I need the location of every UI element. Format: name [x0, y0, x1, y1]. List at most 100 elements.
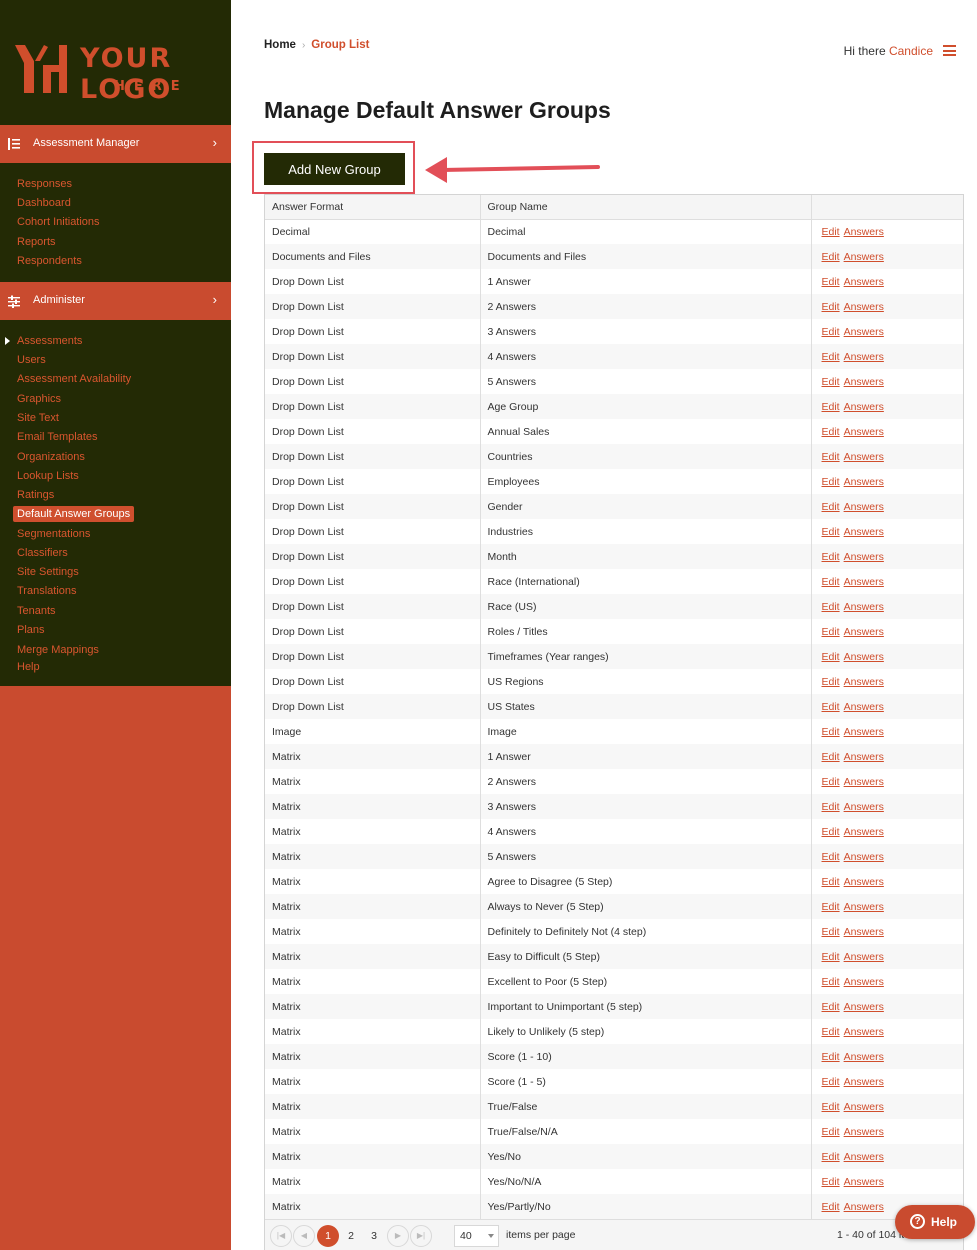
sidebar-section-assessment-manager[interactable]: Assessment Manager › — [0, 125, 231, 163]
edit-link[interactable]: Edit — [822, 1076, 840, 1088]
edit-link[interactable]: Edit — [822, 1126, 840, 1138]
help-button[interactable]: ? Help — [895, 1205, 975, 1239]
edit-link[interactable]: Edit — [822, 851, 840, 863]
page-2-button[interactable]: 2 — [340, 1225, 362, 1247]
answers-link[interactable]: Answers — [844, 676, 884, 688]
edit-link[interactable]: Edit — [822, 301, 840, 313]
edit-link[interactable]: Edit — [822, 701, 840, 713]
answers-link[interactable]: Answers — [844, 601, 884, 613]
edit-link[interactable]: Edit — [822, 426, 840, 438]
answers-link[interactable]: Answers — [844, 551, 884, 563]
edit-link[interactable]: Edit — [822, 451, 840, 463]
sidebar-item-help[interactable]: Help — [17, 660, 40, 674]
sidebar-item-users[interactable]: Users — [17, 353, 46, 367]
edit-link[interactable]: Edit — [822, 526, 840, 538]
edit-link[interactable]: Edit — [822, 276, 840, 288]
edit-link[interactable]: Edit — [822, 801, 840, 813]
items-per-page-select[interactable]: 40 — [454, 1225, 499, 1247]
edit-link[interactable]: Edit — [822, 501, 840, 513]
sidebar-item-email-templates[interactable]: Email Templates — [17, 430, 98, 444]
edit-link[interactable]: Edit — [822, 626, 840, 638]
answers-link[interactable]: Answers — [844, 976, 884, 988]
answers-link[interactable]: Answers — [844, 526, 884, 538]
sidebar-item-default-answer-groups[interactable]: Default Answer Groups — [13, 506, 135, 522]
answers-link[interactable]: Answers — [844, 1201, 884, 1213]
answers-link[interactable]: Answers — [844, 1176, 884, 1188]
sidebar-item-organizations[interactable]: Organizations — [17, 450, 85, 464]
answers-link[interactable]: Answers — [844, 1101, 884, 1113]
answers-link[interactable]: Answers — [844, 1001, 884, 1013]
sidebar-section-administer[interactable]: Administer › — [0, 282, 231, 320]
sidebar-item-assessment-availability[interactable]: Assessment Availability — [17, 372, 131, 386]
sidebar-item-lookup-lists[interactable]: Lookup Lists — [17, 469, 79, 483]
answers-link[interactable]: Answers — [844, 276, 884, 288]
edit-link[interactable]: Edit — [822, 226, 840, 238]
edit-link[interactable]: Edit — [822, 776, 840, 788]
answers-link[interactable]: Answers — [844, 776, 884, 788]
answers-link[interactable]: Answers — [844, 751, 884, 763]
edit-link[interactable]: Edit — [822, 476, 840, 488]
sidebar-item-segmentations[interactable]: Segmentations — [17, 527, 90, 541]
page-1-button[interactable]: 1 — [317, 1225, 339, 1247]
sidebar-item-tenants[interactable]: Tenants — [17, 604, 56, 618]
column-header-group-name[interactable]: Group Name — [480, 195, 812, 220]
answers-link[interactable]: Answers — [844, 726, 884, 738]
answers-link[interactable]: Answers — [844, 401, 884, 413]
edit-link[interactable]: Edit — [822, 651, 840, 663]
answers-link[interactable]: Answers — [844, 1051, 884, 1063]
user-name-link[interactable]: Candice — [889, 44, 933, 58]
next-page-icon[interactable]: ▶ — [387, 1225, 409, 1247]
edit-link[interactable]: Edit — [822, 976, 840, 988]
logo[interactable]: YOUR LOGO HERE — [0, 0, 231, 125]
edit-link[interactable]: Edit — [822, 326, 840, 338]
answers-link[interactable]: Answers — [844, 926, 884, 938]
sidebar-item-respondents[interactable]: Respondents — [17, 254, 82, 268]
sidebar-item-dashboard[interactable]: Dashboard — [17, 196, 71, 210]
answers-link[interactable]: Answers — [844, 251, 884, 263]
sidebar-item-graphics[interactable]: Graphics — [17, 392, 61, 406]
sidebar-item-cohort-initiations[interactable]: Cohort Initiations — [17, 215, 100, 229]
sidebar-item-translations[interactable]: Translations — [17, 584, 77, 598]
answers-link[interactable]: Answers — [844, 1076, 884, 1088]
answers-link[interactable]: Answers — [844, 701, 884, 713]
edit-link[interactable]: Edit — [822, 826, 840, 838]
edit-link[interactable]: Edit — [822, 376, 840, 388]
sidebar-item-assessments[interactable]: Assessments — [17, 334, 82, 348]
answers-link[interactable]: Answers — [844, 801, 884, 813]
edit-link[interactable]: Edit — [822, 1151, 840, 1163]
sidebar-item-plans[interactable]: Plans — [17, 623, 45, 637]
answers-link[interactable]: Answers — [844, 351, 884, 363]
add-new-group-button[interactable]: Add New Group — [264, 153, 405, 185]
edit-link[interactable]: Edit — [822, 251, 840, 263]
answers-link[interactable]: Answers — [844, 426, 884, 438]
answers-link[interactable]: Answers — [844, 301, 884, 313]
edit-link[interactable]: Edit — [822, 401, 840, 413]
answers-link[interactable]: Answers — [844, 376, 884, 388]
first-page-icon[interactable]: |◀ — [270, 1225, 292, 1247]
sidebar-item-responses[interactable]: Responses — [17, 177, 72, 191]
edit-link[interactable]: Edit — [822, 876, 840, 888]
answers-link[interactable]: Answers — [844, 576, 884, 588]
sidebar-item-ratings[interactable]: Ratings — [17, 488, 54, 502]
edit-link[interactable]: Edit — [822, 351, 840, 363]
answers-link[interactable]: Answers — [844, 1151, 884, 1163]
hamburger-menu-icon[interactable] — [943, 45, 956, 56]
edit-link[interactable]: Edit — [822, 726, 840, 738]
answers-link[interactable]: Answers — [844, 501, 884, 513]
edit-link[interactable]: Edit — [822, 1176, 840, 1188]
edit-link[interactable]: Edit — [822, 1101, 840, 1113]
answers-link[interactable]: Answers — [844, 451, 884, 463]
edit-link[interactable]: Edit — [822, 676, 840, 688]
edit-link[interactable]: Edit — [822, 1026, 840, 1038]
edit-link[interactable]: Edit — [822, 751, 840, 763]
answers-link[interactable]: Answers — [844, 876, 884, 888]
answers-link[interactable]: Answers — [844, 901, 884, 913]
breadcrumb-home-link[interactable]: Home — [264, 39, 296, 51]
edit-link[interactable]: Edit — [822, 1051, 840, 1063]
last-page-icon[interactable]: ▶| — [410, 1225, 432, 1247]
edit-link[interactable]: Edit — [822, 551, 840, 563]
sidebar-item-classifiers[interactable]: Classifiers — [17, 546, 68, 560]
edit-link[interactable]: Edit — [822, 576, 840, 588]
answers-link[interactable]: Answers — [844, 626, 884, 638]
edit-link[interactable]: Edit — [822, 926, 840, 938]
